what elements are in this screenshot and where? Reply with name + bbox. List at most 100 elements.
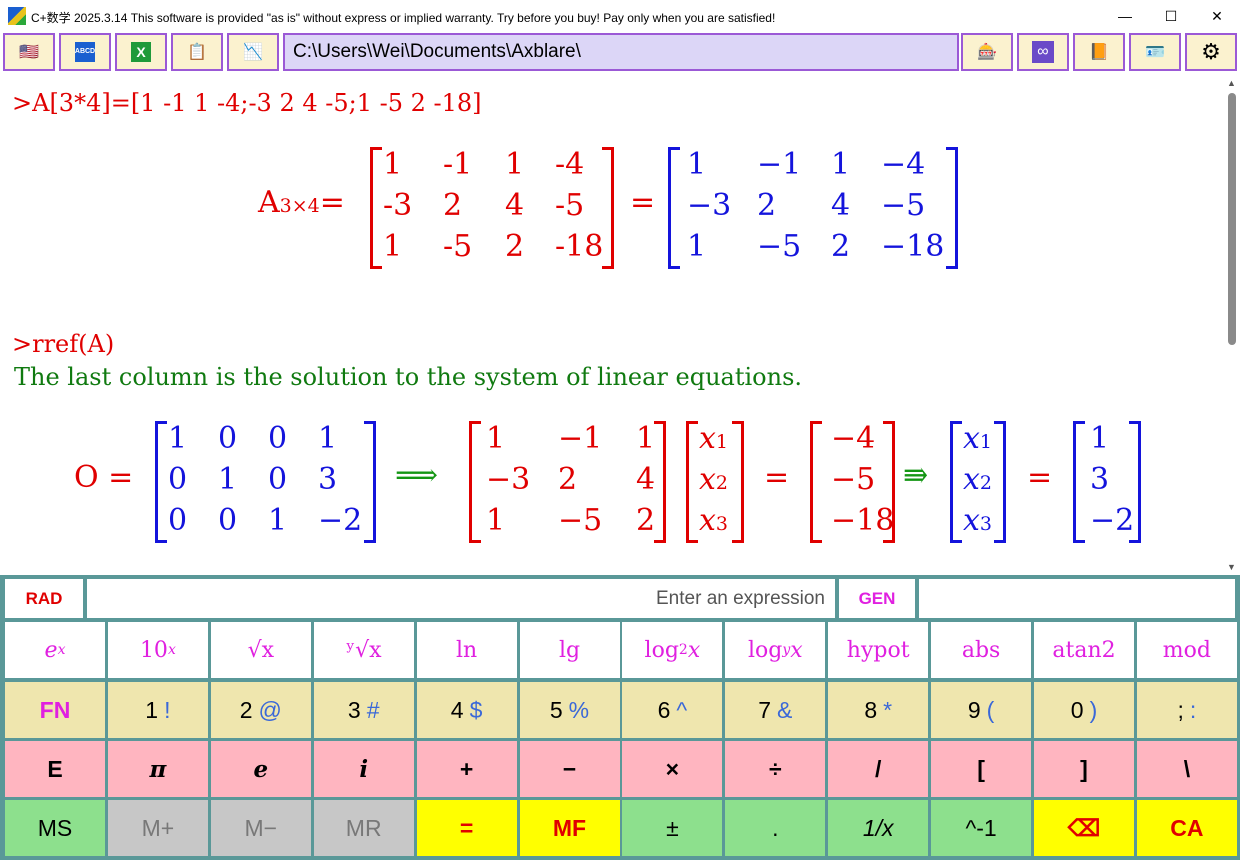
fn-key[interactable]: abs	[931, 622, 1032, 678]
number-key[interactable]: 4 $	[416, 682, 517, 738]
operator-key[interactable]: [	[931, 741, 1032, 797]
operator-key[interactable]: π	[107, 741, 208, 797]
operator-key[interactable]: ÷	[725, 741, 826, 797]
fn-key[interactable]: ex	[5, 622, 105, 678]
rhs-vector-cell: −18	[831, 503, 895, 538]
number-key[interactable]: 5%	[519, 682, 620, 738]
excel-button[interactable]: X	[115, 33, 167, 71]
infinity-button[interactable]: ∞	[1017, 33, 1069, 71]
number-key[interactable]: 3 #	[313, 682, 414, 738]
matrix-a-input-cell: -3	[383, 188, 413, 223]
fn-key[interactable]: ʸ√x	[313, 622, 414, 678]
maximize-button[interactable]: ☐	[1148, 0, 1194, 32]
decimal-key[interactable]: .	[725, 800, 826, 856]
operator-key[interactable]: +	[416, 741, 517, 797]
calculator-icon: 🎰	[977, 44, 997, 61]
matrix-o-cell: 0	[218, 503, 238, 538]
abcd-button[interactable]: ABCD	[59, 33, 111, 71]
book-button[interactable]: 📙	[1073, 33, 1125, 71]
fn-key[interactable]: 10 x	[107, 622, 208, 678]
operator-key[interactable]: −	[519, 741, 620, 797]
abcd-icon: ABCD	[75, 42, 95, 62]
operator-key[interactable]: e	[210, 741, 311, 797]
operator-key[interactable]: /	[828, 741, 929, 797]
matrix-a-input-cell: -5	[555, 188, 585, 223]
solution-vector-cell: 1	[1090, 421, 1110, 456]
scrollbar[interactable]: ▲ ▼	[1224, 75, 1240, 575]
operator-key[interactable]: i	[313, 741, 414, 797]
matrix-a-display-cell: 4	[831, 188, 851, 223]
scrollbar-thumb[interactable]	[1228, 93, 1236, 345]
fn-key[interactable]: hypot	[828, 622, 929, 678]
minimize-button[interactable]: —	[1102, 0, 1148, 32]
language-flag-button[interactable]: 🇺🇸	[3, 33, 55, 71]
rhs-vector: −4 −5 −18	[810, 421, 895, 543]
card-button[interactable]: 🪪	[1129, 33, 1181, 71]
number-key[interactable]: 6 ^	[622, 682, 723, 738]
number-key[interactable]: 9(	[931, 682, 1032, 738]
number-key[interactable]: ;:	[1136, 682, 1237, 738]
fn-key[interactable]: lg	[519, 622, 620, 678]
number-key[interactable]: 1!	[107, 682, 208, 738]
fn-key[interactable]: log y x	[725, 622, 826, 678]
operator-key[interactable]: ×	[622, 741, 723, 797]
coefficient-matrix-cell: 4	[636, 462, 656, 497]
memory-subtract-key[interactable]: M−	[210, 800, 311, 856]
equals-key[interactable]: =	[416, 800, 517, 856]
plus-minus-key[interactable]: ±	[622, 800, 723, 856]
fn-key[interactable]: √x	[210, 622, 311, 678]
matrix-o-cell: 1	[168, 421, 188, 456]
variable-vector-2: x1 x2 x3	[950, 421, 1006, 543]
matrix-a-input-cell: 2	[443, 188, 463, 223]
number-key[interactable]: 7 &	[725, 682, 826, 738]
clear-all-key[interactable]: CA	[1136, 800, 1237, 856]
solution-note: The last column is the solution to the s…	[14, 363, 803, 391]
fn-key[interactable]: log 2 x	[622, 622, 723, 678]
close-button[interactable]: ✕	[1194, 0, 1240, 32]
variable-vector-2-cell: x3	[963, 503, 993, 538]
matrix-a-input-cell: -18	[555, 229, 604, 264]
matrix-a-input-cell: -5	[443, 229, 473, 264]
memory-recall-key[interactable]: MR	[313, 800, 414, 856]
matrix-o-cell: 0	[218, 421, 238, 456]
path-field[interactable]: C:\Users\Wei\Documents\Axblare\	[283, 33, 959, 71]
memory-store-key[interactable]: MS	[5, 800, 105, 856]
fn-key[interactable]: atan2	[1034, 622, 1134, 678]
settings-button[interactable]: ⚙	[1185, 33, 1237, 71]
number-key[interactable]: 2 @	[210, 682, 311, 738]
backspace-key[interactable]: ⌫	[1034, 800, 1134, 856]
operator-key[interactable]: \	[1136, 741, 1237, 797]
coefficient-matrix-cell: −5	[558, 503, 603, 538]
fn-key[interactable]: mod	[1136, 622, 1237, 678]
calculator-button[interactable]: 🎰	[961, 33, 1013, 71]
mf-key[interactable]: MF	[519, 800, 620, 856]
excel-icon: X	[131, 42, 151, 62]
clipboard-button[interactable]: 📋	[171, 33, 223, 71]
matrix-a-display-cell: −5	[757, 229, 802, 264]
memory-add-key[interactable]: M+	[107, 800, 208, 856]
matrix-a-input-cell: -1	[443, 147, 473, 182]
chart-button[interactable]: 📉	[227, 33, 279, 71]
operator-key[interactable]: E	[5, 741, 105, 797]
output-area[interactable]: >A[3*4]=[1 -1 1 -4;-3 2 4 -5;1 -5 2 -18]…	[0, 75, 1224, 575]
result-field[interactable]	[919, 579, 1235, 618]
card-icon: 🪪	[1145, 44, 1165, 61]
operator-key[interactable]: ]	[1034, 741, 1134, 797]
reciprocal-key[interactable]: 1/x	[828, 800, 929, 856]
angle-mode-button[interactable]: RAD	[5, 579, 83, 618]
scroll-up-icon[interactable]: ▲	[1227, 78, 1236, 88]
fn-toggle-key[interactable]: FN	[5, 682, 105, 738]
matrix-a-label: A3×4=	[258, 185, 345, 220]
number-key[interactable]: 0)	[1034, 682, 1134, 738]
matrix-a-input-cell: 4	[505, 188, 525, 223]
inverse-key[interactable]: ^-1	[931, 800, 1032, 856]
expression-input[interactable]: Enter an expression	[87, 579, 835, 618]
variable-vector-1: x1 x2 x3	[686, 421, 744, 543]
number-key[interactable]: 8 *	[828, 682, 929, 738]
coefficient-matrix-cell: 1	[486, 503, 506, 538]
scroll-down-icon[interactable]: ▼	[1227, 562, 1236, 572]
matrix-a-display-cell: −4	[881, 147, 926, 182]
fn-key[interactable]: ln	[416, 622, 517, 678]
solution-vector-cell: 3	[1090, 462, 1110, 497]
gen-button[interactable]: GEN	[839, 579, 915, 618]
